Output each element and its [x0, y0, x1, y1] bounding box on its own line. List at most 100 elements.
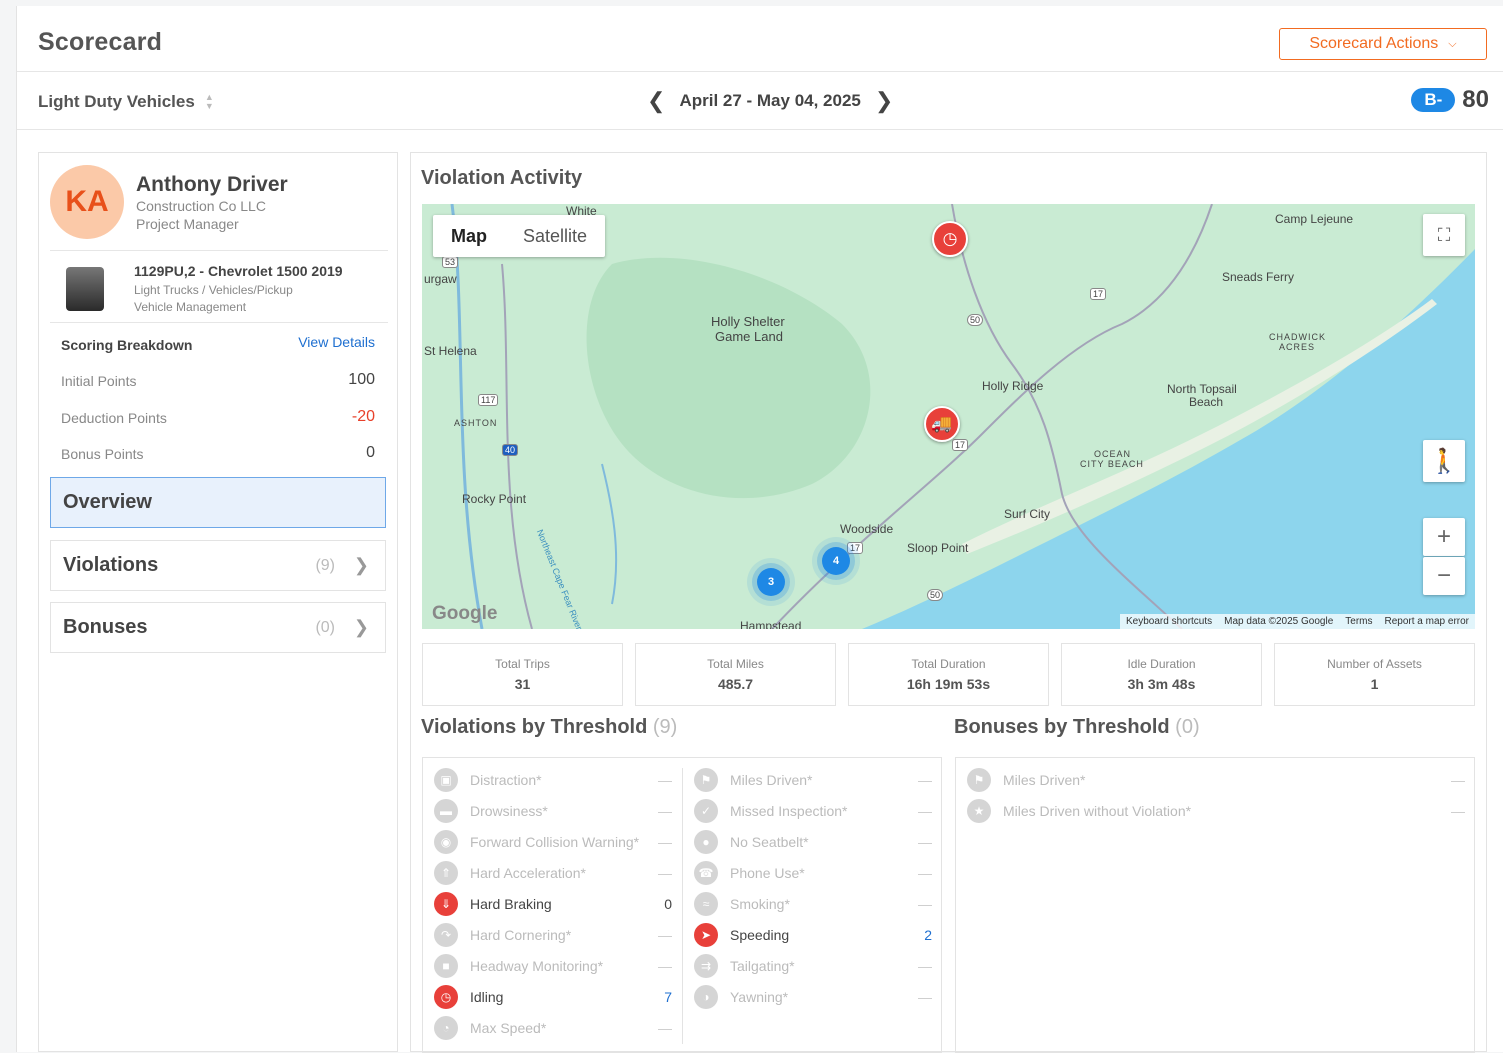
- threshold-label: Miles Driven without Violation*: [1003, 803, 1192, 819]
- map-data-credit: Map data ©2025 Google: [1224, 616, 1334, 627]
- map-footer: Keyboard shortcuts Map data ©2025 Google…: [1119, 614, 1475, 629]
- deduction-points-row: Deduction Points -20: [61, 408, 375, 426]
- map-label: North Topsail: [1167, 382, 1237, 396]
- threshold-value: —: [1451, 772, 1465, 788]
- date-range: April 27 - May 04, 2025: [679, 91, 861, 110]
- map-label: Holly Shelter: [711, 314, 785, 329]
- map-type-tabs: Map Satellite: [433, 215, 606, 257]
- threshold-value: —: [1451, 803, 1465, 819]
- speeding-marker-icon[interactable]: 🚚: [924, 406, 960, 442]
- google-logo: Google: [432, 603, 498, 624]
- nav-bonuses-label: Bonuses: [63, 616, 148, 638]
- fullscreen-icon[interactable]: ⛶: [1423, 214, 1465, 256]
- driver-profile: KA Anthony Driver Construction Co LLC Pr…: [50, 165, 388, 251]
- overview-panel: Violation Activity Map Satellite ⛶ 🚶 + −…: [410, 152, 1487, 1053]
- violations-by-threshold-title: Violations by Threshold (9): [421, 716, 677, 739]
- idling-marker-icon[interactable]: ◷: [932, 221, 968, 257]
- threshold-label: No Seatbelt*: [730, 834, 809, 850]
- chevron-right-icon: ❯: [353, 555, 369, 575]
- stat-label: Idle Duration: [1127, 657, 1196, 671]
- route-shield: 17: [952, 439, 969, 451]
- nav-violations[interactable]: Violations (9) ❯: [50, 540, 386, 591]
- threshold-label: Yawning*: [730, 989, 789, 1005]
- threshold-label: Phone Use*: [730, 865, 805, 881]
- violation-map[interactable]: Map Satellite ⛶ 🚶 + − White urgaw St Hel…: [422, 204, 1475, 629]
- scorecard-actions-button[interactable]: Scorecard Actions ⌵: [1279, 28, 1487, 60]
- threshold-value: —: [918, 803, 932, 819]
- score-value: 80: [1462, 86, 1489, 113]
- terms-link[interactable]: Terms: [1345, 616, 1372, 627]
- threshold-label: Forward Collision Warning*: [470, 834, 640, 850]
- zoom-out-icon[interactable]: −: [1423, 557, 1465, 595]
- deduction-points-value: -20: [351, 408, 375, 425]
- threshold-value: 7: [664, 989, 672, 1005]
- acceleration-icon: ⇑: [434, 861, 458, 885]
- group-label: Light Duty Vehicles: [38, 92, 195, 111]
- bonuses-by-threshold-title: Bonuses by Threshold (0): [954, 716, 1200, 739]
- vehicle-group: Vehicle Management: [134, 300, 247, 314]
- threshold-item: ■ Headway Monitoring* —: [434, 954, 672, 978]
- phone-icon: ☎: [694, 861, 718, 885]
- map-label: ACRES: [1279, 342, 1316, 352]
- threshold-value: —: [658, 803, 672, 819]
- threshold-item: ▬ Drowsiness* —: [434, 799, 672, 823]
- route-shield: 53: [442, 256, 459, 268]
- report-error-link[interactable]: Report a map error: [1385, 616, 1469, 627]
- section-title-text: Bonuses by Threshold: [954, 716, 1170, 738]
- zoom-in-icon[interactable]: +: [1423, 518, 1465, 556]
- stat-label: Total Trips: [495, 657, 550, 671]
- route-shield: 50: [967, 314, 984, 326]
- threshold-item: ◔ Max Speed* —: [434, 1016, 672, 1040]
- tailgating-icon: ⇉: [694, 954, 718, 978]
- threshold-label: Max Speed*: [470, 1020, 547, 1036]
- stat-total-duration: Total Duration 16h 19m 53s: [848, 643, 1049, 706]
- threshold-value: —: [918, 989, 932, 1005]
- scorecard-actions-label: Scorecard Actions: [1309, 35, 1439, 52]
- stat-value: 3h 3m 48s: [1127, 676, 1196, 692]
- map-label: Sloop Point: [907, 541, 969, 555]
- threshold-item: ◉ Forward Collision Warning* —: [434, 830, 672, 854]
- threshold-label: Hard Acceleration*: [470, 865, 586, 881]
- tab-map[interactable]: Map: [433, 215, 505, 257]
- route-shield: 40: [502, 444, 519, 456]
- stat-label: Total Duration: [911, 657, 986, 671]
- bonus-points-row: Bonus Points 0: [61, 444, 375, 462]
- nav-overview[interactable]: Overview: [50, 477, 386, 528]
- vehicle-type: Light Trucks / Vehicles/Pickup: [134, 283, 293, 297]
- threshold-item: ⚑ Miles Driven* —: [967, 768, 1465, 792]
- threshold-item: ≈ Smoking* —: [694, 892, 932, 916]
- section-title-text: Violations by Threshold: [421, 716, 648, 738]
- stat-total-trips: Total Trips 31: [422, 643, 623, 706]
- chevron-right-icon: ❯: [353, 617, 369, 637]
- scorecard-page: Scorecard Scorecard Actions ⌵ Light Duty…: [16, 6, 1503, 1053]
- map-cluster[interactable]: 3: [757, 568, 785, 596]
- driver-name: Anthony Driver: [136, 173, 288, 196]
- threshold-value: —: [918, 958, 932, 974]
- date-navigator: ❮ April 27 - May 04, 2025 ❯: [647, 88, 893, 114]
- threshold-item: ✓ Missed Inspection* —: [694, 799, 932, 823]
- map-label: Rocky Point: [462, 492, 527, 506]
- threshold-item: ▣ Distraction* —: [434, 768, 672, 792]
- map-cluster[interactable]: 4: [822, 547, 850, 575]
- nav-overview-label: Overview: [63, 491, 152, 513]
- route-shield: 17: [847, 542, 864, 554]
- threshold-label: Smoking*: [730, 896, 790, 912]
- chevron-right-icon[interactable]: ❯: [875, 88, 893, 114]
- threshold-item: ↷ Hard Cornering* —: [434, 923, 672, 947]
- threshold-label: Miles Driven*: [730, 772, 813, 788]
- violation-activity-title: Violation Activity: [421, 167, 583, 189]
- sort-updown-icon: ▲ ▼: [204, 92, 214, 111]
- nav-bonuses[interactable]: Bonuses (0) ❯: [50, 602, 386, 653]
- tab-satellite[interactable]: Satellite: [505, 215, 605, 257]
- chevron-left-icon[interactable]: ❮: [647, 88, 665, 114]
- view-details-link[interactable]: View Details: [298, 334, 375, 350]
- map-label: Woodside: [840, 522, 894, 536]
- threshold-value: 0: [664, 896, 672, 912]
- map-label: Surf City: [1004, 507, 1051, 521]
- keyboard-shortcuts-link[interactable]: Keyboard shortcuts: [1126, 616, 1212, 627]
- threshold-value: —: [658, 834, 672, 850]
- pegman-icon[interactable]: 🚶: [1423, 440, 1465, 482]
- chevron-down-icon: ⌵: [1448, 37, 1457, 50]
- group-selector[interactable]: Light Duty Vehicles ▲ ▼: [38, 92, 214, 112]
- speedometer-icon: ◔: [434, 1016, 458, 1040]
